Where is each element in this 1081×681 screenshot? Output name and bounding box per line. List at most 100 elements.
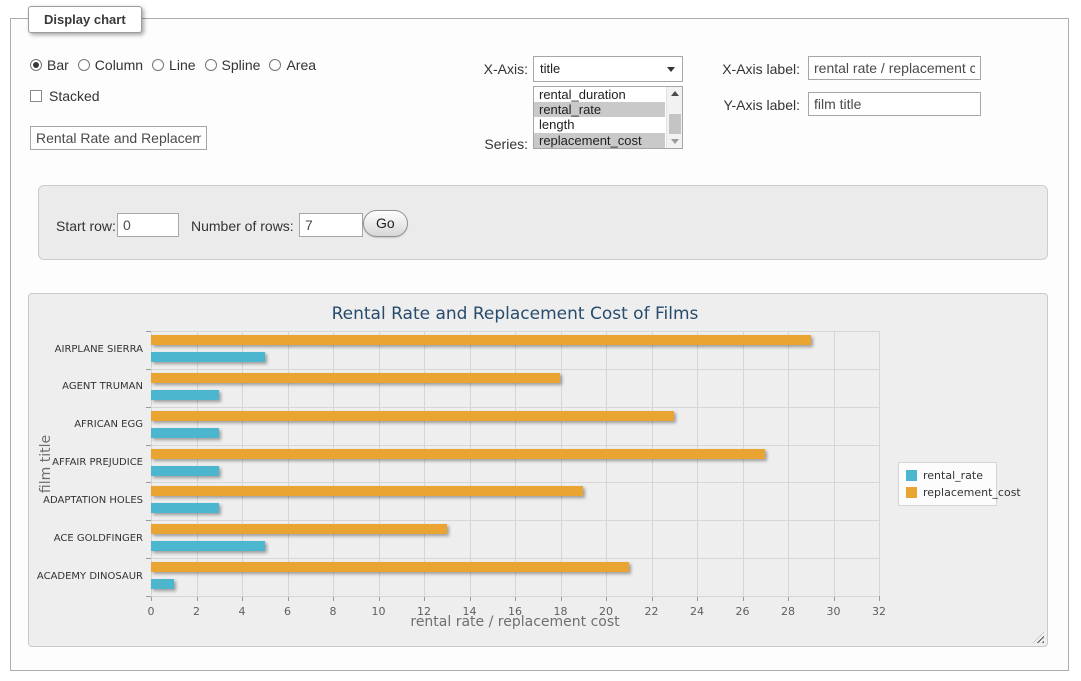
scroll-down-icon[interactable] bbox=[667, 134, 682, 148]
num-rows-input[interactable] bbox=[299, 213, 363, 237]
category-label: AGENT TRUMAN bbox=[33, 380, 143, 393]
stacked-option[interactable]: Stacked bbox=[30, 88, 100, 104]
legend-label: rental_rate bbox=[923, 469, 983, 482]
stacked-label: Stacked bbox=[49, 88, 100, 104]
category-label: AFFAIR PREJUDICE bbox=[33, 456, 143, 469]
series-option-rental_rate[interactable]: rental_rate bbox=[534, 102, 665, 117]
gridline-v bbox=[424, 331, 425, 596]
gridline-v bbox=[379, 331, 380, 596]
series-listbox[interactable]: rental_durationrental_ratelengthreplacem… bbox=[533, 86, 683, 149]
radio-icon[interactable] bbox=[152, 59, 164, 71]
chart-type-label: Line bbox=[169, 57, 195, 73]
gridline-h bbox=[151, 331, 879, 332]
gridline-h bbox=[151, 407, 879, 408]
chart-type-bar[interactable]: Bar bbox=[30, 57, 69, 73]
x-axis-title: rental rate / replacement cost bbox=[151, 614, 879, 630]
bar-replacement_cost-airplane-sierra bbox=[151, 335, 811, 345]
category-label: ADAPTATION HOLES bbox=[33, 494, 143, 507]
bar-replacement_cost-agent-truman bbox=[151, 373, 560, 383]
gridline-h bbox=[151, 520, 879, 521]
y-axis-tick bbox=[146, 558, 151, 559]
category-label: AFRICAN EGG bbox=[33, 418, 143, 431]
gridline-v bbox=[697, 331, 698, 596]
bar-rental_rate-african-egg bbox=[151, 428, 219, 438]
gridline-v bbox=[515, 331, 516, 596]
gridline-v bbox=[606, 331, 607, 596]
bar-rental_rate-affair-prejudice bbox=[151, 466, 219, 476]
start-row-label: Start row: bbox=[56, 218, 116, 234]
row-controls-panel: Start row: Number of rows: Go bbox=[38, 185, 1048, 260]
x-axis-tick bbox=[879, 596, 880, 601]
chevron-down-icon bbox=[667, 67, 675, 72]
chart-type-label: Bar bbox=[47, 57, 69, 73]
category-label: AIRPLANE SIERRA bbox=[33, 343, 143, 356]
chart-type-column[interactable]: Column bbox=[78, 57, 143, 73]
category-label: ACADEMY DINOSAUR bbox=[33, 570, 143, 583]
series-option-rental_duration[interactable]: rental_duration bbox=[534, 87, 665, 102]
x-axis-selected-value: title bbox=[540, 61, 560, 76]
go-button[interactable]: Go bbox=[363, 210, 408, 237]
chart-panel: Rental Rate and Replacement Cost of Film… bbox=[28, 293, 1048, 647]
display-chart-page: Display chart Bar Column Line Spline Area St… bbox=[0, 0, 1081, 681]
chart-type-label: Spline bbox=[222, 57, 261, 73]
series-option-length[interactable]: length bbox=[534, 117, 665, 132]
gridline-v bbox=[788, 331, 789, 596]
series-options: rental_durationrental_ratelengthreplacem… bbox=[534, 87, 682, 148]
stacked-checkbox[interactable] bbox=[30, 90, 42, 102]
y-axis-tick bbox=[146, 445, 151, 446]
bar-rental_rate-agent-truman bbox=[151, 390, 219, 400]
gridline-v bbox=[197, 331, 198, 596]
radio-icon[interactable] bbox=[78, 59, 90, 71]
x-axis-label-input[interactable] bbox=[808, 56, 981, 80]
resize-grip-icon[interactable] bbox=[1033, 632, 1044, 643]
radio-icon[interactable] bbox=[30, 59, 42, 71]
y-axis-label-input[interactable] bbox=[808, 92, 981, 116]
fieldset-title: Display chart bbox=[28, 6, 142, 33]
bar-replacement_cost-academy-dinosaur bbox=[151, 562, 629, 572]
legend-item-replacement_cost[interactable]: replacement_cost bbox=[906, 486, 989, 499]
gridline-v bbox=[242, 331, 243, 596]
y-axis-label-caption: Y-Axis label: bbox=[700, 97, 800, 113]
chart-type-spline[interactable]: Spline bbox=[205, 57, 261, 73]
legend-item-rental_rate[interactable]: rental_rate bbox=[906, 469, 989, 482]
y-axis-tick bbox=[146, 482, 151, 483]
legend-label: replacement_cost bbox=[923, 486, 1021, 499]
bar-rental_rate-ace-goldfinger bbox=[151, 541, 265, 551]
x-axis-select[interactable]: title bbox=[533, 56, 683, 82]
y-axis-tick bbox=[146, 596, 151, 597]
gridline-h bbox=[151, 445, 879, 446]
bar-rental_rate-adaptation-holes bbox=[151, 503, 219, 513]
bar-rental_rate-airplane-sierra bbox=[151, 352, 265, 362]
scroll-up-icon[interactable] bbox=[667, 87, 682, 101]
legend-swatch-icon bbox=[906, 487, 917, 498]
chart-type-label: Area bbox=[286, 57, 316, 73]
radio-icon[interactable] bbox=[269, 59, 281, 71]
gridline-v bbox=[561, 331, 562, 596]
chart-type-area[interactable]: Area bbox=[269, 57, 316, 73]
gridline-v bbox=[333, 331, 334, 596]
chart-title: Rental Rate and Replacement Cost of Film… bbox=[151, 304, 879, 324]
gridline-h bbox=[151, 482, 879, 483]
chart-type-line[interactable]: Line bbox=[152, 57, 195, 73]
radio-icon[interactable] bbox=[205, 59, 217, 71]
series-option-replacement_cost[interactable]: replacement_cost bbox=[534, 133, 665, 148]
gridline-v bbox=[288, 331, 289, 596]
bar-replacement_cost-african-egg bbox=[151, 411, 674, 421]
gridline-v bbox=[743, 331, 744, 596]
series-scrollbar[interactable] bbox=[666, 87, 682, 148]
gridline-h bbox=[151, 369, 879, 370]
gridline-v bbox=[470, 331, 471, 596]
y-axis-tick bbox=[146, 369, 151, 370]
gridline-h bbox=[151, 596, 879, 597]
bar-replacement_cost-affair-prejudice bbox=[151, 449, 765, 459]
x-axis-label-caption: X-Axis label: bbox=[700, 61, 800, 77]
start-row-input[interactable] bbox=[117, 213, 179, 237]
scrollbar-thumb[interactable] bbox=[669, 114, 681, 134]
chart-legend: rental_rate replacement_cost bbox=[898, 462, 997, 506]
chart-title-input[interactable] bbox=[30, 126, 207, 150]
gridline-v bbox=[151, 331, 152, 596]
chart-type-label: Column bbox=[95, 57, 143, 73]
gridline-v bbox=[834, 331, 835, 596]
bar-replacement_cost-ace-goldfinger bbox=[151, 524, 447, 534]
x-axis-select-label: X-Axis: bbox=[440, 61, 528, 77]
